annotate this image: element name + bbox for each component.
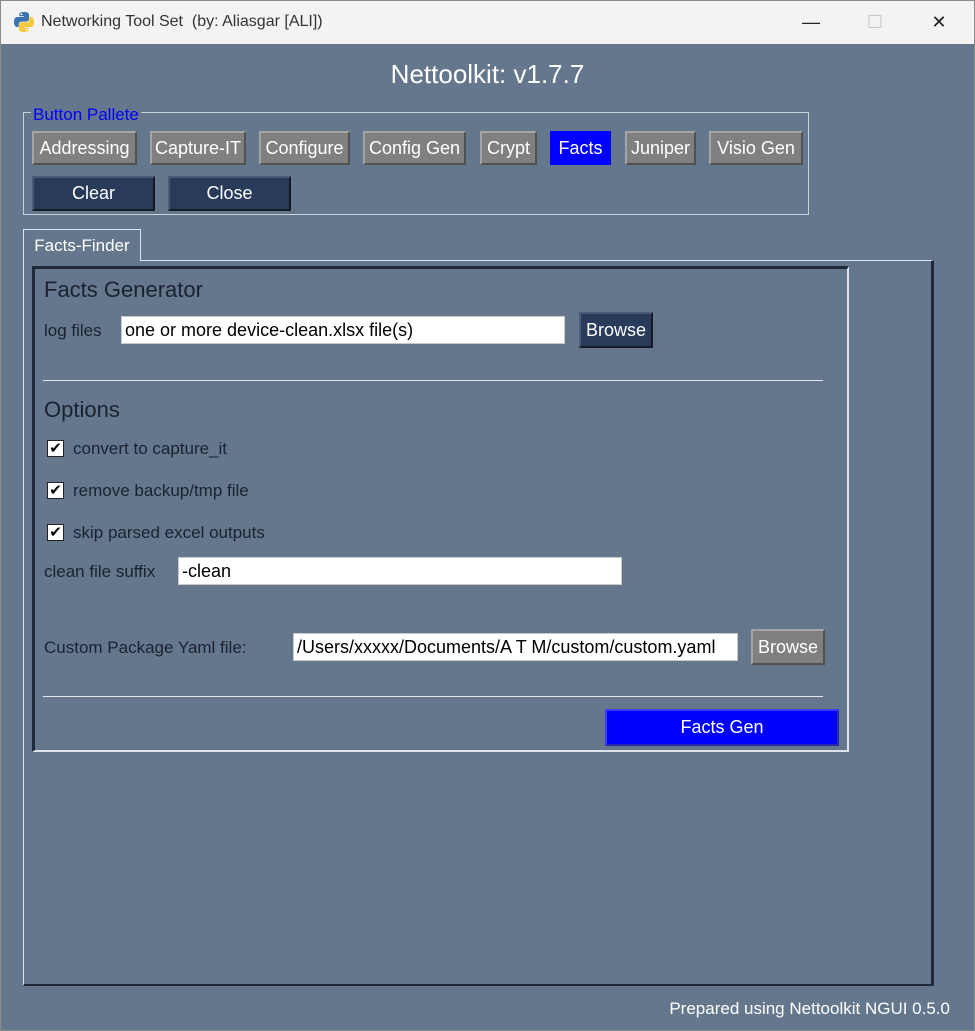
custom-yaml-browse-button[interactable]: Browse [751, 629, 825, 665]
separator [43, 380, 823, 381]
configure-button[interactable]: Configure [259, 131, 350, 165]
maximize-icon: ☐ [866, 12, 884, 32]
options-heading: Options [44, 397, 120, 422]
convert-to-capture-it-checkbox[interactable]: ✔ [47, 440, 64, 457]
checkmark-icon: ✔ [49, 440, 62, 457]
footer-credit: Prepared using Nettoolkit NGUI 0.5.0 [669, 999, 950, 1018]
convert-to-capture-it-label[interactable]: convert to capture_it [73, 439, 227, 459]
log-files-browse-button[interactable]: Browse [579, 312, 653, 348]
close-icon: ✕ [931, 12, 947, 32]
python-logo-icon [14, 12, 34, 32]
juniper-button[interactable]: Juniper [625, 131, 696, 165]
maximize-button[interactable]: ☐ [843, 1, 907, 44]
facts-gen-button[interactable]: Facts Gen [605, 709, 839, 746]
close-window-button[interactable]: ✕ [907, 1, 971, 44]
app-window: Networking Tool Set (by: Aliasgar [ALI])… [0, 0, 975, 1031]
custom-yaml-label: Custom Package Yaml file: [44, 638, 247, 657]
clear-button[interactable]: Clear [32, 176, 155, 211]
separator [43, 696, 823, 697]
custom-yaml-input[interactable]: /Users/xxxxx/Documents/A T M/custom/cust… [293, 633, 738, 661]
title-bar[interactable]: Networking Tool Set (by: Aliasgar [ALI])… [1, 1, 974, 44]
config-gen-button[interactable]: Config Gen [363, 131, 466, 165]
skip-parsed-excel-label[interactable]: skip parsed excel outputs [73, 523, 265, 543]
checkmark-icon: ✔ [49, 482, 62, 499]
window-title: Networking Tool Set (by: Aliasgar [ALI]) [41, 13, 323, 30]
app-title: Nettoolkit: v1.7.7 [390, 59, 585, 89]
log-files-label: log files [44, 321, 102, 340]
skip-parsed-excel-checkbox[interactable]: ✔ [47, 524, 64, 541]
minimize-icon: — [802, 12, 820, 32]
button-palette-legend: Button Pallete [31, 105, 141, 125]
crypt-button[interactable]: Crypt [480, 131, 537, 165]
facts-button[interactable]: Facts [550, 131, 611, 165]
minimize-button[interactable]: — [779, 1, 843, 44]
tab-facts-finder[interactable]: Facts-Finder [23, 229, 141, 261]
close-button[interactable]: Close [168, 176, 291, 211]
log-files-input[interactable]: one or more device-clean.xlsx file(s) [121, 316, 565, 344]
clean-file-suffix-label: clean file suffix [44, 562, 156, 581]
remove-backup-tmp-checkbox[interactable]: ✔ [47, 482, 64, 499]
facts-generator-heading: Facts Generator [44, 277, 203, 302]
addressing-button[interactable]: Addressing [32, 131, 137, 165]
remove-backup-tmp-label[interactable]: remove backup/tmp file [73, 481, 249, 501]
clean-file-suffix-input[interactable]: -clean [178, 557, 622, 585]
visio-gen-button[interactable]: Visio Gen [709, 131, 803, 165]
checkmark-icon: ✔ [49, 524, 62, 541]
capture-it-button[interactable]: Capture-IT [150, 131, 246, 165]
